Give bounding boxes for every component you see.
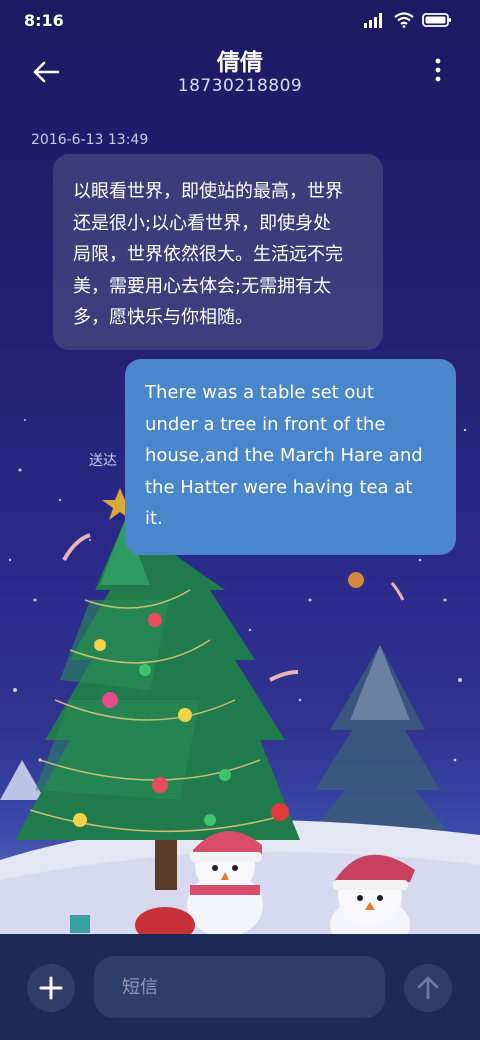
more-vert-icon: [435, 58, 441, 82]
message-line: house,and the March Hare and: [145, 445, 423, 466]
send-arrow-icon: [417, 976, 439, 1000]
send-button[interactable]: [404, 964, 452, 1012]
message-line: 以眼看世界，即使站的最高，世界: [73, 181, 343, 202]
conversation-header: 倩倩 18730218809: [0, 40, 480, 110]
status-icons: [364, 12, 452, 28]
delivery-status: 送达: [89, 453, 117, 469]
message-timestamp: 2016-6-13 13:49: [31, 132, 149, 148]
plus-icon: [39, 976, 63, 1000]
message-line: 还是很小;以心看世界，即使身处: [73, 212, 332, 234]
message-line: under a tree in front of the: [145, 413, 386, 435]
composer-bar: [0, 934, 480, 1040]
message-line: 美，需要用心去体会;无需拥有太: [73, 275, 332, 297]
sms-input[interactable]: [94, 956, 385, 1018]
signal-icon: [364, 13, 382, 28]
message-line: 局限，世界依然很大。生活远不完: [73, 244, 343, 265]
more-options-button[interactable]: [430, 56, 446, 84]
outgoing-message-bubble[interactable]: There was a table set out under a tree i…: [125, 359, 456, 555]
add-attachment-button[interactable]: [27, 964, 75, 1012]
message-line: There was a table set out: [145, 382, 374, 403]
message-line: it.: [145, 508, 163, 529]
contact-name: 倩倩: [217, 50, 263, 76]
battery-icon: [422, 13, 451, 27]
status-time: 8:16: [24, 11, 64, 30]
status-bar: 8:16: [0, 0, 480, 40]
contact-number: 18730218809: [177, 76, 303, 96]
wifi-icon: [394, 12, 414, 28]
message-line: 多，愿快乐与你相随。: [73, 307, 253, 328]
incoming-message-bubble[interactable]: 以眼看世界，即使站的最高，世界 还是很小;以心看世界，即使身处 局限，世界依然很…: [53, 154, 383, 350]
message-line: the Hatter were having tea at: [145, 476, 413, 498]
